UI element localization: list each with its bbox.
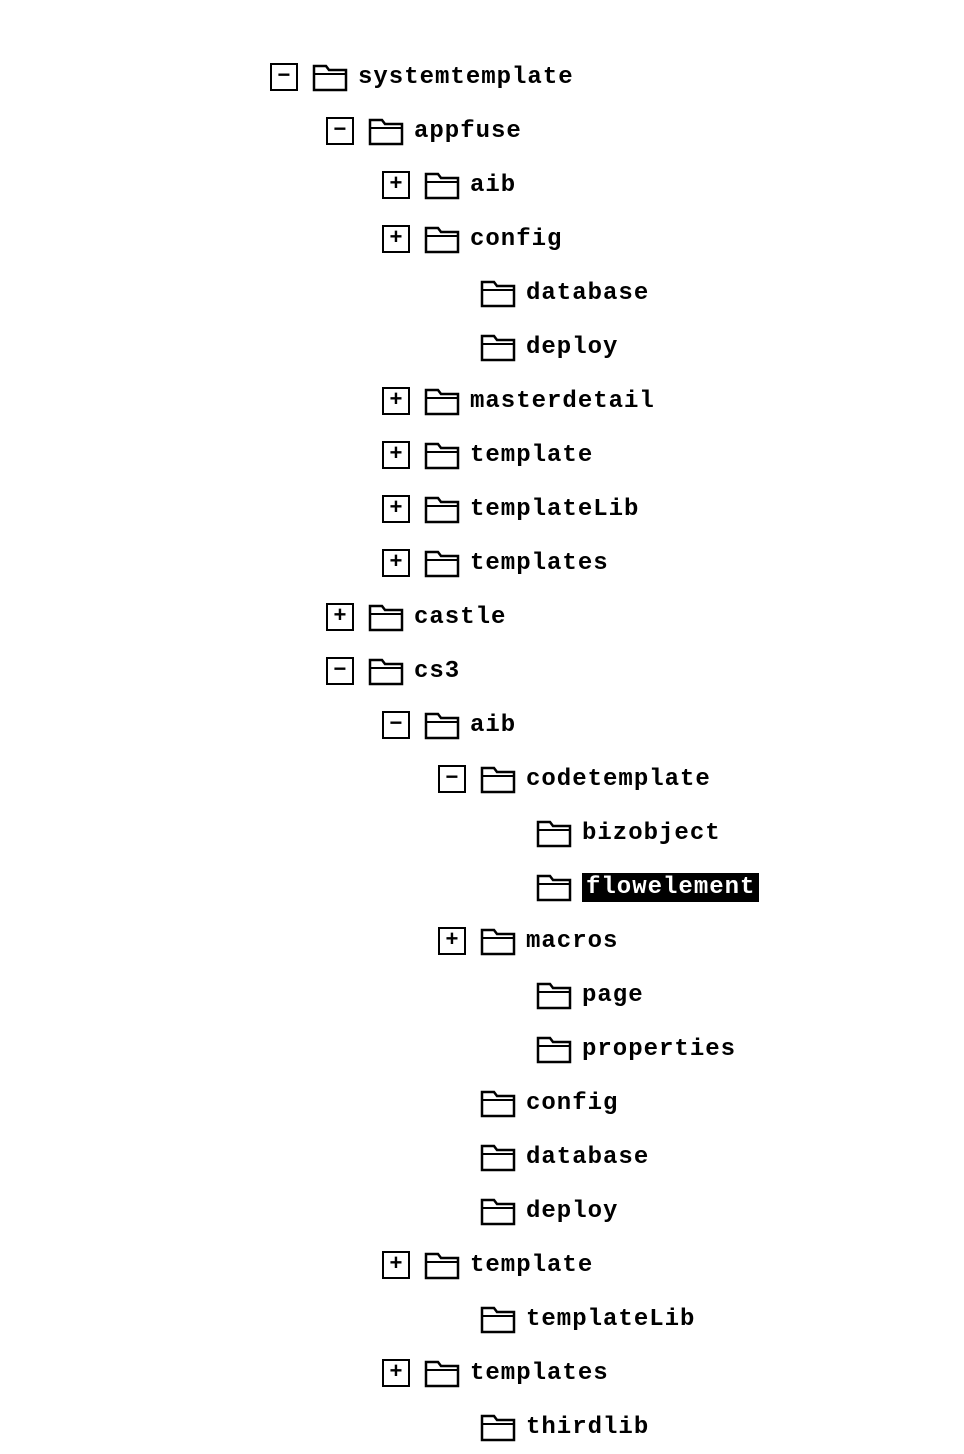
folder-label[interactable]: castle [414,604,506,631]
expand-icon[interactable]: + [382,387,410,415]
node-cs3[interactable]: − cs3 [270,644,964,698]
node-cs3-aib[interactable]: − aib [270,698,964,752]
folder-label[interactable]: database [526,280,649,307]
collapse-icon[interactable]: − [326,657,354,685]
folder-label[interactable]: masterdetail [470,388,655,415]
folder-icon [424,710,460,740]
folder-label[interactable]: codetemplate [526,766,711,793]
folder-icon [424,170,460,200]
node-appfuse-database[interactable]: database [270,266,964,320]
folder-icon [424,494,460,524]
node-appfuse[interactable]: − appfuse [270,104,964,158]
collapse-icon[interactable]: − [382,711,410,739]
expand-icon[interactable]: + [382,441,410,469]
node-cs3-template[interactable]: + template [270,1238,964,1292]
folder-label[interactable]: cs3 [414,658,460,685]
folder-label[interactable]: templates [470,550,609,577]
folder-label[interactable]: systemtemplate [358,64,574,91]
folder-icon [480,1088,516,1118]
folder-label[interactable]: template [470,442,593,469]
folder-label[interactable]: macros [526,928,618,955]
folder-tree: −systemtemplate−appfuse+aib+configdataba… [270,50,964,1454]
node-cs3-macros[interactable]: + macros [270,914,964,968]
node-appfuse-aib[interactable]: + aib [270,158,964,212]
folder-icon [536,1034,572,1064]
folder-icon [480,1412,516,1442]
folder-icon [536,818,572,848]
collapse-icon[interactable]: − [438,765,466,793]
folder-icon [424,1358,460,1388]
node-appfuse-config[interactable]: + config [270,212,964,266]
folder-icon [424,548,460,578]
folder-icon [480,926,516,956]
folder-label[interactable]: deploy [526,334,618,361]
node-cs3-flowelement[interactable]: flowelement [270,860,964,914]
node-cs3-thirdlib[interactable]: thirdlib [270,1400,964,1454]
folder-icon [424,1250,460,1280]
folder-icon [480,1196,516,1226]
collapse-icon[interactable]: − [326,117,354,145]
expand-icon[interactable]: + [438,927,466,955]
folder-icon [368,116,404,146]
folder-label[interactable]: flowelement [582,873,759,902]
folder-label[interactable]: templateLib [526,1306,695,1333]
node-appfuse-template[interactable]: + template [270,428,964,482]
folder-label[interactable]: template [470,1252,593,1279]
expand-icon[interactable]: + [382,225,410,253]
folder-label[interactable]: page [582,982,644,1009]
collapse-icon[interactable]: − [270,63,298,91]
folder-label[interactable]: aib [470,712,516,739]
folder-icon [536,872,572,902]
folder-icon [368,602,404,632]
folder-label[interactable]: bizobject [582,820,721,847]
folder-label[interactable]: config [526,1090,618,1117]
folder-label[interactable]: templates [470,1360,609,1387]
folder-label[interactable]: properties [582,1036,736,1063]
folder-label[interactable]: templateLib [470,496,639,523]
node-appfuse-deploy[interactable]: deploy [270,320,964,374]
folder-label[interactable]: appfuse [414,118,522,145]
node-appfuse-templates[interactable]: + templates [270,536,964,590]
expand-icon[interactable]: + [382,1251,410,1279]
node-cs3-templates[interactable]: + templates [270,1346,964,1400]
expand-icon[interactable]: + [382,495,410,523]
folder-icon [480,764,516,794]
folder-icon [424,224,460,254]
folder-icon [312,62,348,92]
node-systemtemplate[interactable]: − systemtemplate [270,50,964,104]
folder-icon [424,386,460,416]
node-cs3-bizobject[interactable]: bizobject [270,806,964,860]
folder-icon [424,440,460,470]
folder-label[interactable]: thirdlib [526,1414,649,1441]
folder-icon [368,656,404,686]
node-cs3-config[interactable]: config [270,1076,964,1130]
node-castle[interactable]: + castle [270,590,964,644]
node-appfuse-templatelib[interactable]: + templateLib [270,482,964,536]
expand-icon[interactable]: + [382,549,410,577]
folder-label[interactable]: config [470,226,562,253]
expand-icon[interactable]: + [382,171,410,199]
folder-label[interactable]: database [526,1144,649,1171]
folder-label[interactable]: aib [470,172,516,199]
node-cs3-deploy[interactable]: deploy [270,1184,964,1238]
node-appfuse-masterdetail[interactable]: + masterdetail [270,374,964,428]
node-cs3-templatelib[interactable]: templateLib [270,1292,964,1346]
folder-icon [480,278,516,308]
expand-icon[interactable]: + [326,603,354,631]
expand-icon[interactable]: + [382,1359,410,1387]
folder-icon [536,980,572,1010]
node-cs3-database[interactable]: database [270,1130,964,1184]
folder-icon [480,1304,516,1334]
folder-icon [480,332,516,362]
folder-label[interactable]: deploy [526,1198,618,1225]
node-cs3-properties[interactable]: properties [270,1022,964,1076]
folder-icon [480,1142,516,1172]
node-cs3-page[interactable]: page [270,968,964,1022]
node-cs3-codetemplate[interactable]: − codetemplate [270,752,964,806]
